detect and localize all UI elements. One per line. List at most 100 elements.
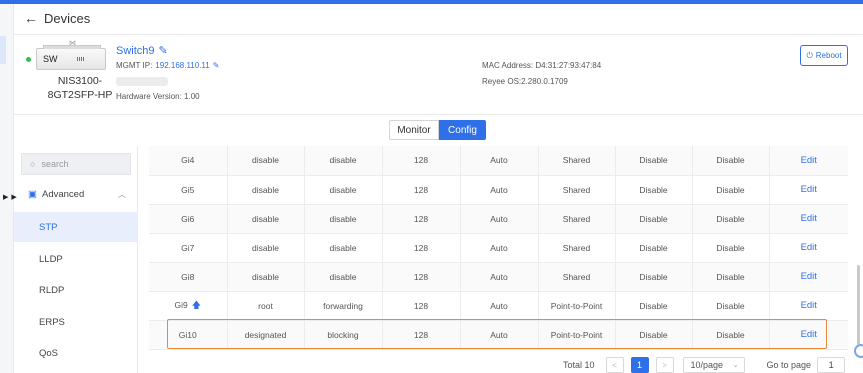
cell-state: disable: [304, 175, 383, 205]
table-row: Gi6 disable disable 128 Auto Shared Disable Dis…: [149, 204, 848, 234]
table-row: Gi5 disable disable 128 Auto Shared Disable Dis…: [149, 175, 848, 205]
edit-link[interactable]: Edit: [769, 233, 848, 263]
edit-link[interactable]: Edit: [769, 175, 848, 205]
sidebar-item-erps[interactable]: ERPS: [14, 307, 138, 337]
chevron-right-icon[interactable]: >: [655, 357, 674, 373]
redacted-field: [116, 77, 168, 86]
edit-link[interactable]: Edit: [769, 291, 848, 321]
cell-priority: 128: [382, 146, 461, 176]
cell-port: Gi6: [149, 204, 228, 234]
cell-role: disable: [227, 204, 305, 234]
cell-link: Shared: [538, 262, 616, 292]
cell-priority: 128: [382, 262, 461, 292]
cell-cost: Auto: [460, 204, 539, 234]
scrollbar[interactable]: [857, 265, 860, 345]
chevron-left-icon[interactable]: <: [605, 357, 624, 373]
goto-page-input[interactable]: 1: [817, 357, 846, 373]
arrow-up-icon: 🡅: [191, 299, 201, 310]
chevron-down-icon: ⌄: [732, 362, 739, 369]
online-status-dot: [26, 57, 31, 62]
cell-port: Gi9 🡅: [149, 291, 228, 321]
mac-address: MAC Address: D4:31:27:93:47:84: [482, 61, 602, 70]
pagination: Total 10 < 1 > 10/page ⌄ Go to page 1: [563, 357, 846, 373]
page-button-current[interactable]: 1: [630, 357, 649, 373]
device-icon-label: SW: [43, 54, 58, 64]
edit-link[interactable]: Edit: [769, 146, 848, 176]
sidebar-item-stp[interactable]: STP: [14, 212, 138, 242]
cell-role: root: [227, 291, 305, 321]
cell-link: Point-to-Point: [538, 291, 616, 321]
search-icon: ○: [30, 159, 36, 169]
cell-link: Shared: [538, 175, 616, 205]
cell-priority: 128: [382, 233, 461, 263]
switch-device-icon: ⋈ SW: [36, 40, 106, 70]
view-tabs: Monitor Config: [389, 120, 486, 140]
mgmt-ip: MGMT IP: 192.168.110.11 ✎: [116, 61, 220, 70]
sidebar-item-rldp[interactable]: RLDP: [14, 275, 138, 305]
cell-state: disable: [304, 262, 383, 292]
divider: [14, 34, 863, 35]
table-row: Gi4 disable disable 128 Auto Shared Disable Dis…: [149, 146, 848, 176]
edit-link[interactable]: Edit: [769, 204, 848, 234]
arrow-left-icon[interactable]: ←: [24, 10, 38, 26]
device-model: NIS3100- 8GT2SFP-HP: [47, 75, 113, 101]
toolbox-icon: ▣: [28, 189, 37, 200]
cell-state: disable: [304, 146, 383, 176]
page-header: ← Devices: [24, 10, 90, 26]
cell-port: Gi8: [149, 262, 228, 292]
cell-cost: Auto: [460, 262, 539, 292]
mgmt-ip-link[interactable]: 192.168.110.11: [155, 61, 209, 70]
cell-bpdu: Disable: [692, 146, 770, 176]
cell-bpdu: Disable: [692, 233, 770, 263]
tab-monitor[interactable]: Monitor: [389, 120, 439, 140]
expand-toggle[interactable]: ▶ ▶: [3, 193, 17, 201]
cell-edge: Disable: [615, 146, 693, 176]
cell-edge: Disable: [615, 291, 693, 321]
cell-bpdu: Disable: [692, 204, 770, 234]
network-icon: ⋈: [69, 40, 76, 47]
cell-edge: Disable: [615, 262, 693, 292]
cell-cost: Auto: [460, 233, 539, 263]
cell-state: disable: [304, 204, 383, 234]
cell-edge: Disable: [615, 233, 693, 263]
cell-port: Gi4: [149, 146, 228, 176]
cell-bpdu: Disable: [692, 175, 770, 205]
cell-role: disable: [227, 146, 305, 176]
sidebar-item-lldp[interactable]: LLDP: [14, 244, 138, 274]
assistant-icon[interactable]: [854, 344, 863, 358]
highlighted-row-outline: [167, 319, 827, 349]
page-size-select[interactable]: 10/page ⌄: [682, 357, 745, 373]
cell-cost: Auto: [460, 146, 539, 176]
cell-role: disable: [227, 175, 305, 205]
edit-name-icon[interactable]: ✎: [159, 44, 168, 57]
tab-config[interactable]: Config: [439, 120, 486, 140]
cell-cost: Auto: [460, 175, 539, 205]
cell-state: forwarding: [304, 291, 383, 321]
cell-edge: Disable: [615, 204, 693, 234]
ports-icon: [77, 57, 85, 61]
search-input[interactable]: ○ search: [21, 153, 131, 175]
cell-link: Shared: [538, 233, 616, 263]
power-icon: ⏻: [806, 50, 813, 60]
reboot-button[interactable]: ⏻ Reboot: [800, 45, 848, 66]
cell-role: disable: [227, 262, 305, 292]
cell-port: Gi5: [149, 175, 228, 205]
table-row: Gi7 disable disable 128 Auto Shared Disable Dis…: [149, 233, 848, 263]
table-row: Gi8 disable disable 128 Auto Shared Disable Dis…: [149, 262, 848, 292]
sidebar-item-qos[interactable]: QoS: [14, 338, 138, 368]
edit-link[interactable]: Edit: [769, 262, 848, 292]
sidebar-section-advanced[interactable]: ▣ Advanced ︿: [28, 189, 126, 200]
cell-cost: Auto: [460, 291, 539, 321]
left-nav-strip: [0, 4, 14, 373]
goto-label: Go to page: [766, 360, 812, 370]
device-name: Switch9 ✎: [116, 44, 168, 58]
cell-edge: Disable: [615, 175, 693, 205]
table-row: Gi9 🡅 root forwarding 128 Auto Point-to-Point D…: [149, 291, 848, 321]
caret-right-icon: ▶: [11, 194, 17, 201]
chevron-up-icon: ︿: [118, 190, 126, 199]
cell-bpdu: Disable: [692, 291, 770, 321]
total-count: Total 10: [563, 360, 595, 370]
cell-state: disable: [304, 233, 383, 263]
edit-ip-icon[interactable]: ✎: [213, 61, 220, 70]
cell-bpdu: Disable: [692, 262, 770, 292]
